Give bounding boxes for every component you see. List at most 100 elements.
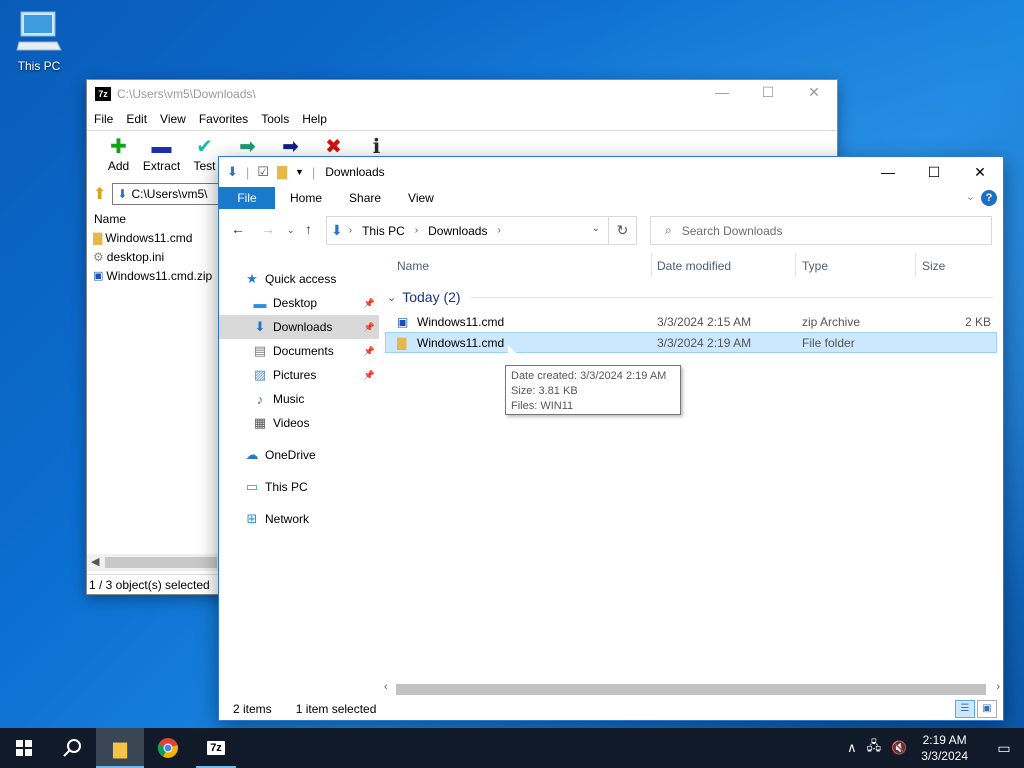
large-icons-view-icon[interactable]: ▣: [977, 700, 997, 718]
scroll-thumb[interactable]: [396, 684, 986, 695]
sevenzip-title-bar[interactable]: 7z C:\Users\vm5\Downloads\ — ☐ ✕: [87, 80, 837, 108]
zip-icon: ▣: [93, 270, 104, 282]
tab-share[interactable]: Share: [349, 191, 381, 205]
table-row[interactable]: ▣ Windows11.cmd 3/3/2024 2:15 AM zip Arc…: [385, 311, 997, 332]
column-header-date[interactable]: Date modified: [657, 259, 731, 273]
menu-tools[interactable]: Tools: [261, 112, 289, 126]
file-list-pane: Name Date modified Type Size ⌄ Today (2)…: [385, 249, 997, 353]
scroll-right-icon[interactable]: ›: [996, 681, 1000, 693]
properties-icon[interactable]: ☑: [257, 164, 269, 180]
pin-icon: 📌: [363, 321, 375, 332]
info-button[interactable]: ℹ: [355, 131, 398, 159]
sevenzip-status-bar: 1 / 3 object(s) selected: [87, 574, 218, 595]
minimize-button[interactable]: —: [699, 84, 745, 104]
sidebar-item-music[interactable]: ♪ Music: [219, 387, 379, 411]
clock[interactable]: 2:19 AM 3/3/2024: [921, 732, 968, 764]
sevenzip-address-input[interactable]: ⬇ C:\Users\vm5\: [112, 183, 223, 205]
volume-muted-icon[interactable]: 🔇: [891, 740, 907, 756]
list-item[interactable]: ⚙ desktop.ini: [87, 247, 218, 266]
column-header-name[interactable]: Name: [397, 259, 429, 273]
menu-edit[interactable]: Edit: [126, 112, 147, 126]
add-button[interactable]: ✚ Add: [97, 131, 140, 173]
list-item[interactable]: ▣ Windows11.cmd.zip: [87, 266, 218, 285]
scroll-thumb[interactable]: [105, 557, 217, 568]
explorer-title-bar[interactable]: ⬇ | ☑ ▇ ▼ | Downloads — ☐ ✕: [219, 157, 1003, 187]
forward-arrow-icon[interactable]: →: [261, 221, 275, 237]
table-row-selected[interactable]: ▇ Windows11.cmd 3/3/2024 2:19 AM File fo…: [385, 332, 997, 353]
sidebar-item-this-pc[interactable]: ▭ This PC: [219, 475, 379, 499]
column-header-size[interactable]: Size: [922, 259, 945, 273]
folder-icon: ▇: [93, 230, 103, 245]
address-dropdown-icon[interactable]: ⌄: [592, 223, 600, 234]
breadcrumb-separator[interactable]: ›: [349, 225, 352, 236]
chrome-icon: [157, 738, 178, 758]
tab-file[interactable]: File: [219, 187, 275, 209]
sevenzip-app-icon: 7z: [95, 87, 111, 101]
details-view-icon[interactable]: ☰: [955, 700, 975, 718]
move-button[interactable]: ➡: [269, 131, 312, 159]
sidebar-item-desktop[interactable]: ▬ Desktop 📌: [219, 291, 379, 315]
sidebar-item-quick-access[interactable]: ★ Quick access: [219, 267, 379, 291]
sidebar-item-pictures[interactable]: ▨ Pictures 📌: [219, 363, 379, 387]
tab-home[interactable]: Home: [290, 191, 322, 205]
search-input[interactable]: ⌕ Search Downloads: [650, 216, 992, 245]
group-header-today[interactable]: ⌄ Today (2): [385, 283, 997, 311]
sidebar-item-onedrive[interactable]: ☁ OneDrive: [219, 443, 379, 467]
list-item[interactable]: ▇ Windows11.cmd: [87, 228, 218, 247]
desktop-icon-this-pc[interactable]: This PC: [12, 8, 66, 73]
breadcrumb-downloads[interactable]: Downloads: [428, 224, 487, 238]
start-button[interactable]: [0, 728, 48, 768]
close-button[interactable]: ✕: [791, 84, 837, 104]
maximize-button[interactable]: ☐: [745, 84, 791, 104]
column-divider[interactable]: [915, 253, 916, 277]
collapse-chevron-icon[interactable]: ⌄: [387, 291, 396, 304]
scroll-left-icon[interactable]: ◀: [91, 555, 99, 568]
sidebar-item-network[interactable]: ⊞ Network: [219, 507, 379, 531]
menu-help[interactable]: Help: [302, 112, 327, 126]
explorer-window[interactable]: ⬇ | ☑ ▇ ▼ | Downloads — ☐ ✕ File Home Sh…: [218, 156, 1004, 721]
tab-view[interactable]: View: [408, 191, 434, 205]
sidebar-item-downloads[interactable]: ⬇ Downloads 📌: [219, 315, 379, 339]
breadcrumb-this-pc[interactable]: This PC: [362, 224, 405, 238]
taskbar-chrome[interactable]: [144, 728, 192, 768]
close-button[interactable]: ✕: [957, 157, 1003, 187]
expand-ribbon-icon[interactable]: ⌄: [966, 190, 975, 203]
customize-dropdown-icon[interactable]: ▼: [295, 167, 304, 177]
column-divider[interactable]: [651, 253, 652, 277]
menu-view[interactable]: View: [160, 112, 186, 126]
recent-locations-icon[interactable]: ⌄: [287, 225, 295, 236]
refresh-icon[interactable]: ↻: [608, 217, 636, 244]
column-header-name[interactable]: Name: [87, 210, 218, 228]
delete-button[interactable]: ✖: [312, 131, 355, 159]
up-arrow-icon[interactable]: ↑: [305, 221, 312, 237]
new-folder-icon[interactable]: ▇: [277, 164, 287, 180]
breadcrumb-separator[interactable]: ›: [497, 225, 500, 236]
sidebar-item-videos[interactable]: ▦ Videos: [219, 411, 379, 435]
address-bar[interactable]: ⬇ › This PC › Downloads › ⌄ ↻: [326, 216, 637, 245]
sevenzip-address-text: C:\Users\vm5\: [131, 187, 208, 201]
maximize-button[interactable]: ☐: [911, 157, 957, 187]
taskbar-7zip[interactable]: 7z: [192, 728, 240, 768]
column-divider[interactable]: [795, 253, 796, 277]
scroll-left-icon[interactable]: ‹: [384, 681, 388, 693]
taskbar-file-explorer[interactable]: ▆: [96, 728, 144, 768]
explorer-horizontal-scrollbar[interactable]: ‹ ›: [382, 681, 1002, 698]
search-button[interactable]: [48, 728, 96, 768]
up-folder-icon[interactable]: ⬆: [93, 184, 106, 204]
minimize-button[interactable]: —: [865, 157, 911, 187]
network-icon[interactable]: 🖧: [867, 737, 882, 759]
menu-file[interactable]: File: [94, 112, 113, 126]
back-arrow-icon[interactable]: ←: [231, 221, 245, 237]
sidebar-item-documents[interactable]: ▤ Documents 📌: [219, 339, 379, 363]
menu-favorites[interactable]: Favorites: [199, 112, 248, 126]
copy-button[interactable]: ➡: [226, 131, 269, 159]
sidebar-item-label: OneDrive: [265, 448, 316, 462]
notification-icon[interactable]: ▭: [984, 740, 1024, 757]
breadcrumb-separator[interactable]: ›: [415, 225, 418, 236]
extract-button[interactable]: ▬ Extract: [140, 131, 183, 173]
help-icon[interactable]: ?: [981, 190, 997, 206]
show-hidden-icons-icon[interactable]: ∧: [847, 740, 857, 756]
sevenzip-horizontal-scrollbar[interactable]: ◀: [87, 554, 218, 571]
column-header-type[interactable]: Type: [802, 259, 828, 273]
